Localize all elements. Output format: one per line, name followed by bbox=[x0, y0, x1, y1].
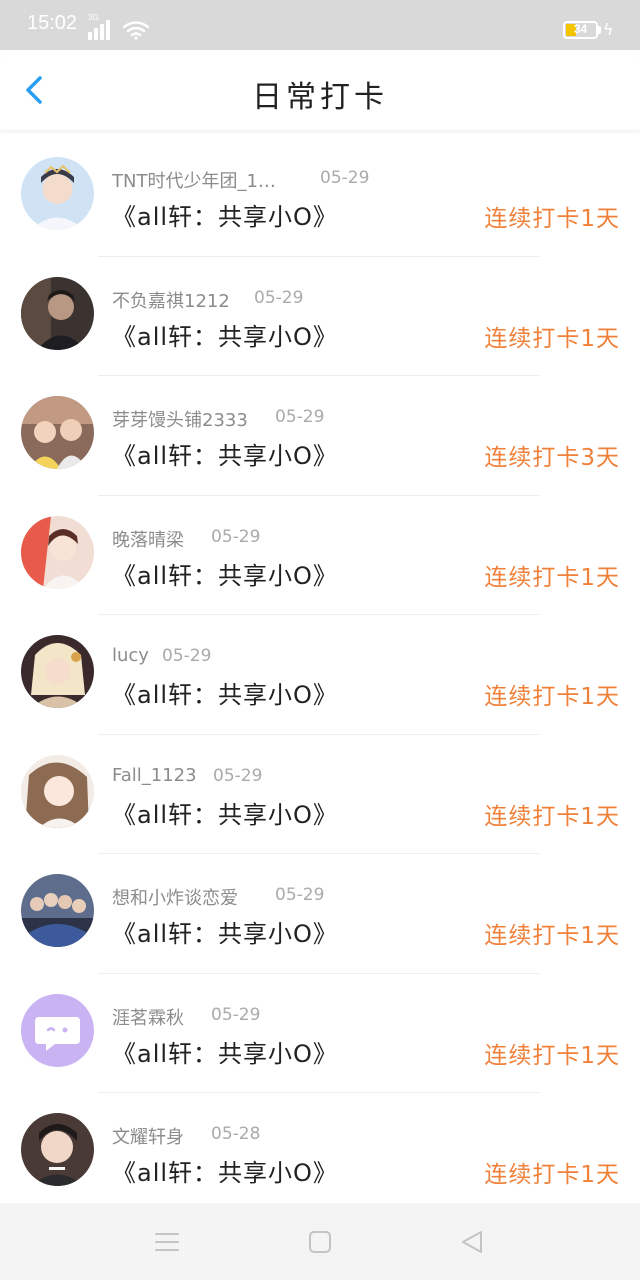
post-date: 05-29 bbox=[275, 885, 325, 905]
streak-badge: 连续打卡1天 bbox=[484, 684, 620, 710]
post-title[interactable]: 《all轩：共享小O》 bbox=[112, 317, 338, 352]
home-square-icon[interactable] bbox=[305, 1227, 335, 1257]
system-nav-bar bbox=[0, 1203, 640, 1280]
back-triangle-icon[interactable] bbox=[457, 1227, 487, 1257]
checkin-row[interactable]: 涯茗霖秋 05-29 《all轩：共享小O》 连续打卡1天 bbox=[0, 974, 640, 1093]
post-title[interactable]: 《all轩：共享小O》 bbox=[112, 436, 338, 471]
checkin-row[interactable]: 文耀轩身 05-28 《all轩：共享小O》 连续打卡1天 bbox=[0, 1093, 640, 1213]
nav-bar: 日常打卡 bbox=[0, 50, 640, 130]
user-name[interactable]: 文耀轩身 bbox=[112, 1123, 184, 1149]
user-name[interactable]: 想和小炸谈恋爱 bbox=[112, 884, 238, 910]
user-name[interactable]: lucy bbox=[112, 645, 149, 666]
post-title[interactable]: 《all轩：共享小O》 bbox=[112, 1153, 338, 1188]
avatar[interactable] bbox=[21, 754, 94, 828]
battery-tip bbox=[598, 26, 601, 34]
user-name[interactable]: 芽芽馒头铺2333 bbox=[112, 406, 248, 432]
user-name[interactable]: Fall_1123 bbox=[112, 765, 197, 786]
menu-icon[interactable] bbox=[152, 1227, 182, 1257]
post-title[interactable]: 《all轩：共享小O》 bbox=[112, 556, 338, 591]
charging-icon: ϟ bbox=[603, 20, 614, 39]
avatar[interactable] bbox=[21, 157, 94, 230]
checkin-row[interactable]: lucy 05-29 《all轩：共享小O》 连续打卡1天 bbox=[0, 615, 640, 735]
checkin-row[interactable]: Fall_1123 05-29 《all轩：共享小O》 连续打卡1天 bbox=[0, 735, 640, 854]
post-title[interactable]: 《all轩：共享小O》 bbox=[112, 914, 338, 949]
user-name[interactable]: 涯茗霖秋 bbox=[112, 1004, 184, 1030]
streak-badge: 连续打卡1天 bbox=[484, 325, 620, 352]
avatar[interactable] bbox=[21, 515, 94, 589]
streak-badge: 连续打卡1天 bbox=[484, 206, 620, 232]
post-title[interactable]: 《all轩：共享小O》 bbox=[112, 675, 338, 710]
post-date: 05-29 bbox=[213, 765, 263, 786]
page-title: 日常打卡 bbox=[252, 80, 388, 115]
checkin-row[interactable]: 芽芽馒头铺2333 05-29 《all轩：共享小O》 连续打卡3天 bbox=[0, 376, 640, 496]
post-date: 05-29 bbox=[254, 287, 304, 308]
user-name[interactable]: 晚落晴梁 bbox=[112, 526, 184, 552]
signal-icon: 3G bbox=[88, 13, 116, 40]
streak-badge: 连续打卡1天 bbox=[484, 1162, 620, 1188]
user-name[interactable]: TNT时代少年团_1… bbox=[112, 167, 276, 193]
streak-badge: 连续打卡1天 bbox=[484, 803, 620, 830]
avatar[interactable] bbox=[21, 1113, 94, 1186]
post-date: 05-29 bbox=[320, 168, 370, 188]
post-title[interactable]: 《all轩：共享小O》 bbox=[112, 1034, 338, 1069]
wifi-icon bbox=[123, 21, 149, 40]
checkin-row[interactable]: 晚落晴梁 05-29 《all轩：共享小O》 连续打卡1天 bbox=[0, 496, 640, 615]
streak-badge: 连续打卡1天 bbox=[484, 923, 620, 949]
checkin-row[interactable]: TNT时代少年团_1… 05-29 《all轩：共享小O》 连续打卡1天 bbox=[0, 137, 640, 257]
post-date: 05-29 bbox=[211, 526, 261, 547]
streak-badge: 连续打卡1天 bbox=[484, 564, 620, 591]
checkin-list: TNT时代少年团_1… 05-29 《all轩：共享小O》 连续打卡1天 不负嘉… bbox=[0, 137, 640, 1213]
avatar[interactable] bbox=[21, 874, 94, 947]
status-time: 15:02 bbox=[27, 12, 78, 34]
post-title[interactable]: 《all轩：共享小O》 bbox=[112, 795, 338, 830]
post-date: 05-29 bbox=[162, 646, 212, 666]
avatar[interactable] bbox=[21, 993, 94, 1067]
network-type: 3G bbox=[88, 13, 99, 22]
streak-badge: 连续打卡3天 bbox=[484, 445, 620, 471]
battery-icon: 34 bbox=[563, 21, 598, 39]
avatar[interactable] bbox=[21, 635, 94, 708]
avatar[interactable] bbox=[21, 396, 94, 469]
post-date: 05-28 bbox=[211, 1124, 261, 1144]
post-title[interactable]: 《all轩：共享小O》 bbox=[112, 197, 338, 232]
post-date: 05-29 bbox=[275, 407, 325, 427]
status-bar: 15:02 3G 34 ϟ bbox=[0, 0, 640, 50]
avatar[interactable] bbox=[21, 276, 94, 350]
checkin-row[interactable]: 不负嘉祺1212 05-29 《all轩：共享小O》 连续打卡1天 bbox=[0, 257, 640, 376]
checkin-row[interactable]: 想和小炸谈恋爱 05-29 《all轩：共享小O》 连续打卡1天 bbox=[0, 854, 640, 974]
streak-badge: 连续打卡1天 bbox=[484, 1042, 620, 1069]
user-name[interactable]: 不负嘉祺1212 bbox=[112, 287, 230, 313]
battery-percent: 34 bbox=[573, 22, 588, 36]
post-date: 05-29 bbox=[211, 1004, 261, 1025]
